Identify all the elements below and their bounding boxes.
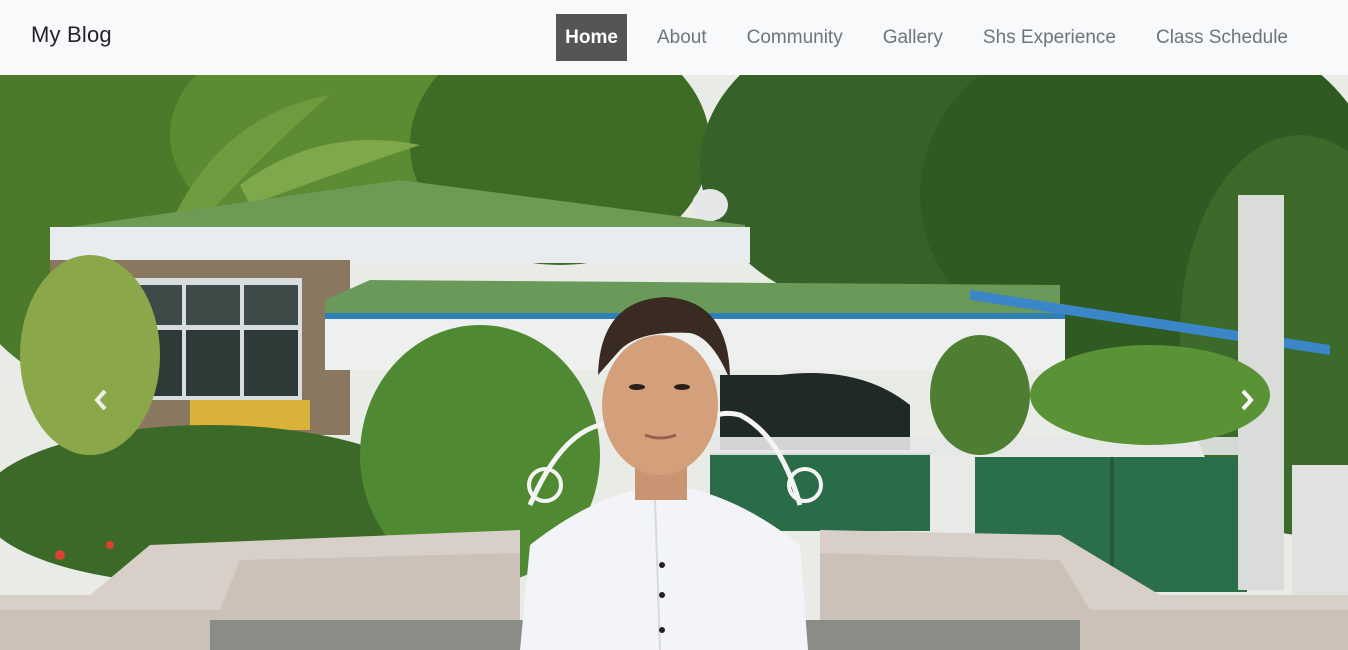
chevron-left-icon (94, 389, 107, 411)
nav-item-community[interactable]: Community (727, 14, 863, 61)
nav-menu: Home About Community Gallery Shs Experie… (556, 14, 1308, 61)
nav-item-shs-experience[interactable]: Shs Experience (963, 14, 1136, 61)
carousel-hero-image (0, 75, 1348, 650)
nav-item-home[interactable]: Home (556, 14, 627, 61)
nav-item-about[interactable]: About (637, 14, 727, 61)
navbar: My Blog Home About Community Gallery Shs… (0, 0, 1348, 75)
nav-item-gallery[interactable]: Gallery (863, 14, 963, 61)
hero-photo (0, 75, 1348, 650)
carousel-next-button[interactable] (1232, 380, 1262, 420)
brand-logo[interactable]: My Blog (31, 22, 112, 48)
nav-item-class-schedule[interactable]: Class Schedule (1136, 14, 1308, 61)
carousel-prev-button[interactable] (86, 380, 116, 420)
chevron-right-icon (1241, 389, 1254, 411)
